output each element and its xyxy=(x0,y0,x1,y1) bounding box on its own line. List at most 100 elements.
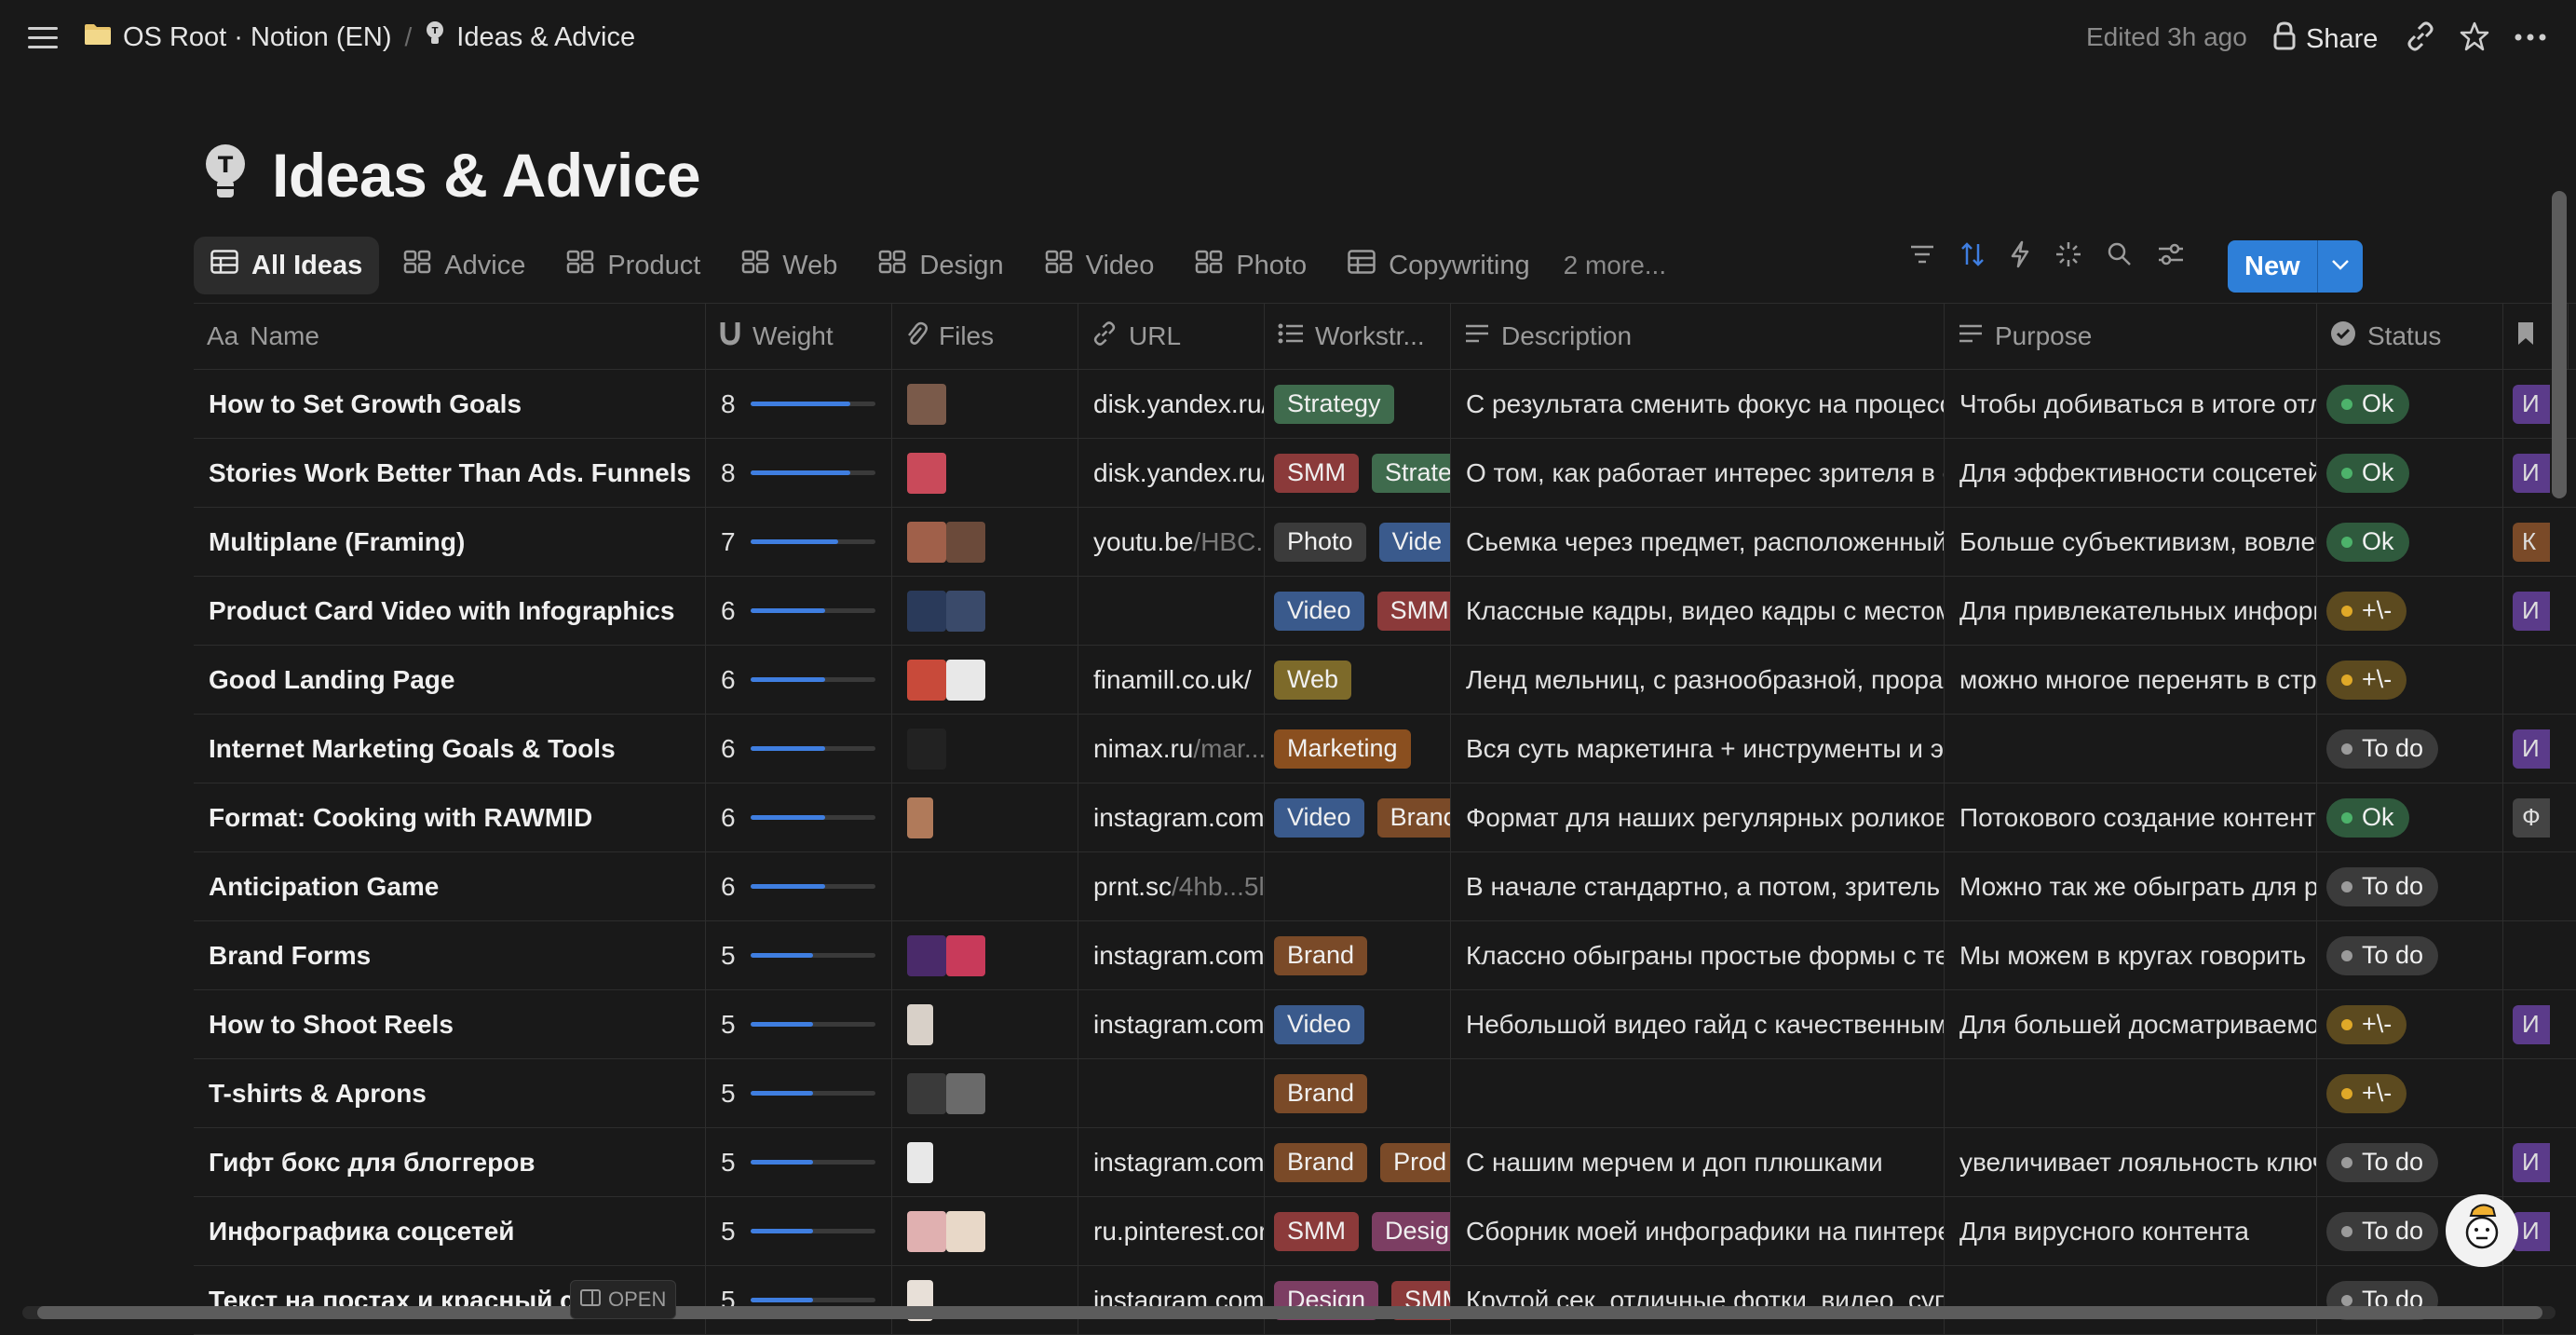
file-thumbnail[interactable] xyxy=(946,1210,985,1252)
cell-extra[interactable]: И xyxy=(2503,577,2569,645)
cell-extra[interactable]: И xyxy=(2503,990,2569,1058)
url-domain[interactable]: instagram.com xyxy=(1093,1010,1264,1040)
cell-files[interactable] xyxy=(892,715,1078,783)
cell-weight[interactable]: 5 xyxy=(706,1059,892,1127)
cell-workstream[interactable] xyxy=(1265,852,1451,920)
cell-weight[interactable]: 7 xyxy=(706,508,892,576)
more-options-icon[interactable] xyxy=(2515,34,2546,41)
cell-workstream[interactable]: Strategy xyxy=(1265,370,1451,438)
table-row[interactable]: How to Shoot Reels 5 instagram.com Video Неб… xyxy=(194,990,2576,1059)
link-icon[interactable] xyxy=(2405,20,2436,52)
cell-workstream[interactable]: Video SMM xyxy=(1265,577,1451,645)
table-row[interactable]: Инфографика соцсетей 5 ru.pinterest.cor SMM… xyxy=(194,1197,2576,1266)
cell-weight[interactable]: 8 xyxy=(706,370,892,438)
cell-workstream[interactable]: Video Branc xyxy=(1265,783,1451,851)
cell-status[interactable]: Ok xyxy=(2317,783,2503,851)
breadcrumb-workspace[interactable]: OS Root · Notion (EN) xyxy=(84,21,391,53)
url-path[interactable]: /mar... xyxy=(1193,734,1264,764)
scrollbar-thumb[interactable] xyxy=(37,1306,2542,1319)
cell-workstream[interactable]: Marketing xyxy=(1265,715,1451,783)
menu-icon[interactable] xyxy=(28,24,60,52)
cell-purpose[interactable]: Потокового создание контент xyxy=(1945,783,2317,851)
cell-status[interactable]: Ok xyxy=(2317,370,2503,438)
cell-name[interactable]: Internet Marketing Goals & Tools xyxy=(194,715,706,783)
more-views-button[interactable]: 2 more... xyxy=(1554,251,1675,280)
cell-files[interactable] xyxy=(892,646,1078,714)
cell-extra[interactable] xyxy=(2503,1059,2569,1127)
cell-extra[interactable]: Ф xyxy=(2503,783,2569,851)
cell-status[interactable]: Ok xyxy=(2317,508,2503,576)
cell-url[interactable]: disk.yandex.ru/ xyxy=(1078,439,1265,507)
cell-files[interactable] xyxy=(892,783,1078,851)
cell-name[interactable]: How to Shoot Reels xyxy=(194,990,706,1058)
column-header-url[interactable]: URL xyxy=(1078,304,1265,369)
new-button[interactable]: New xyxy=(2228,240,2317,293)
horizontal-scrollbar[interactable] xyxy=(22,1301,2556,1321)
cell-name[interactable]: Product Card Video with Infographics xyxy=(194,577,706,645)
file-thumbnail[interactable] xyxy=(907,659,946,701)
cell-description[interactable]: О том, как работает интерес зрителя в со xyxy=(1451,439,1945,507)
cell-url[interactable]: disk.yandex.ru/ xyxy=(1078,370,1265,438)
url-path[interactable]: /HBC... xyxy=(1193,527,1264,557)
cell-weight[interactable]: 6 xyxy=(706,783,892,851)
cell-description[interactable]: В начале стандартно, а потом, зритель ж xyxy=(1451,852,1945,920)
cell-name[interactable]: Format: Cooking with RAWMID xyxy=(194,783,706,851)
cell-description[interactable]: Небольшой видео гайд с качественными xyxy=(1451,990,1945,1058)
cell-url[interactable]: instagram.com xyxy=(1078,783,1265,851)
url-path[interactable]: /4hb...5l xyxy=(1172,872,1264,902)
cell-extra[interactable]: К xyxy=(2503,508,2569,576)
cell-files[interactable] xyxy=(892,370,1078,438)
table-row[interactable]: How to Set Growth Goals 8 disk.yandex.ru/S… xyxy=(194,370,2576,439)
table-row[interactable]: T-shirts & Aprons 5 Brand +\- xyxy=(194,1059,2576,1128)
cell-purpose[interactable]: увеличивает лояльность ключ xyxy=(1945,1128,2317,1196)
cell-url[interactable]: prnt.sc/4hb...5l xyxy=(1078,852,1265,920)
cell-description[interactable]: С результата сменить фокус на процесс xyxy=(1451,370,1945,438)
file-thumbnail[interactable] xyxy=(907,452,946,494)
cell-name[interactable]: Brand Forms xyxy=(194,921,706,989)
cell-name[interactable]: Good Landing Page xyxy=(194,646,706,714)
cell-description[interactable]: Формат для наших регулярных роликов, xyxy=(1451,783,1945,851)
cell-workstream[interactable]: SMM Strate xyxy=(1265,439,1451,507)
cell-description[interactable] xyxy=(1451,1059,1945,1127)
url-domain[interactable]: youtu.be xyxy=(1093,527,1193,557)
ai-sparkle-icon[interactable] xyxy=(2054,240,2082,268)
table-row[interactable]: Гифт бокс для блоггеров 5 instagram.com Bra… xyxy=(194,1128,2576,1197)
cell-status[interactable]: +\- xyxy=(2317,646,2503,714)
cell-weight[interactable]: 5 xyxy=(706,1197,892,1265)
cell-extra[interactable] xyxy=(2503,921,2569,989)
share-button[interactable]: Share xyxy=(2272,20,2378,58)
cell-description[interactable]: Классно обыграны простые формы с тек xyxy=(1451,921,1945,989)
cell-description[interactable]: Сьемка через предмет, расположенный xyxy=(1451,508,1945,576)
cell-url[interactable]: instagram.com xyxy=(1078,921,1265,989)
file-thumbnail[interactable] xyxy=(946,521,985,563)
cell-url[interactable]: instagram.com xyxy=(1078,1128,1265,1196)
column-header-description[interactable]: Description xyxy=(1451,304,1945,369)
cell-name[interactable]: How to Set Growth Goals xyxy=(194,370,706,438)
url-domain[interactable]: finamill.co.uk/ xyxy=(1093,665,1252,695)
cell-url[interactable] xyxy=(1078,577,1265,645)
file-thumbnail[interactable] xyxy=(946,590,985,632)
table-row[interactable]: Internet Marketing Goals & Tools 6 nimax.r… xyxy=(194,715,2576,783)
cell-status[interactable]: Ok xyxy=(2317,439,2503,507)
table-row[interactable]: Brand Forms 5 instagram.com Brand Классно об… xyxy=(194,921,2576,990)
table-row[interactable]: Format: Cooking with RAWMID 6 instagram.co… xyxy=(194,783,2576,852)
cell-status[interactable]: +\- xyxy=(2317,577,2503,645)
url-domain[interactable]: disk.yandex.ru/ xyxy=(1093,458,1264,488)
cell-description[interactable]: Вся суть маркетинга + инструменты и эф xyxy=(1451,715,1945,783)
table-row[interactable]: Good Landing Page 6 finamill.co.uk/Web Ленд… xyxy=(194,646,2576,715)
cell-name[interactable]: Anticipation Game xyxy=(194,852,706,920)
cell-files[interactable] xyxy=(892,921,1078,989)
cell-weight[interactable]: 6 xyxy=(706,646,892,714)
tab-photo[interactable]: Photo xyxy=(1178,237,1323,294)
tab-web[interactable]: Web xyxy=(725,237,854,294)
settings-sliders-icon[interactable] xyxy=(2157,242,2185,266)
cell-workstream[interactable]: Brand Prod xyxy=(1265,1128,1451,1196)
cell-weight[interactable]: 5 xyxy=(706,990,892,1058)
cell-purpose[interactable] xyxy=(1945,715,2317,783)
cell-description[interactable]: Классные кадры, видео кадры с местом xyxy=(1451,577,1945,645)
cell-workstream[interactable]: Brand xyxy=(1265,1059,1451,1127)
cell-name[interactable]: Инфографика соцсетей xyxy=(194,1197,706,1265)
file-thumbnail[interactable] xyxy=(907,728,946,770)
cell-name[interactable]: Stories Work Better Than Ads. Funnels xyxy=(194,439,706,507)
url-domain[interactable]: instagram.com xyxy=(1093,803,1264,833)
